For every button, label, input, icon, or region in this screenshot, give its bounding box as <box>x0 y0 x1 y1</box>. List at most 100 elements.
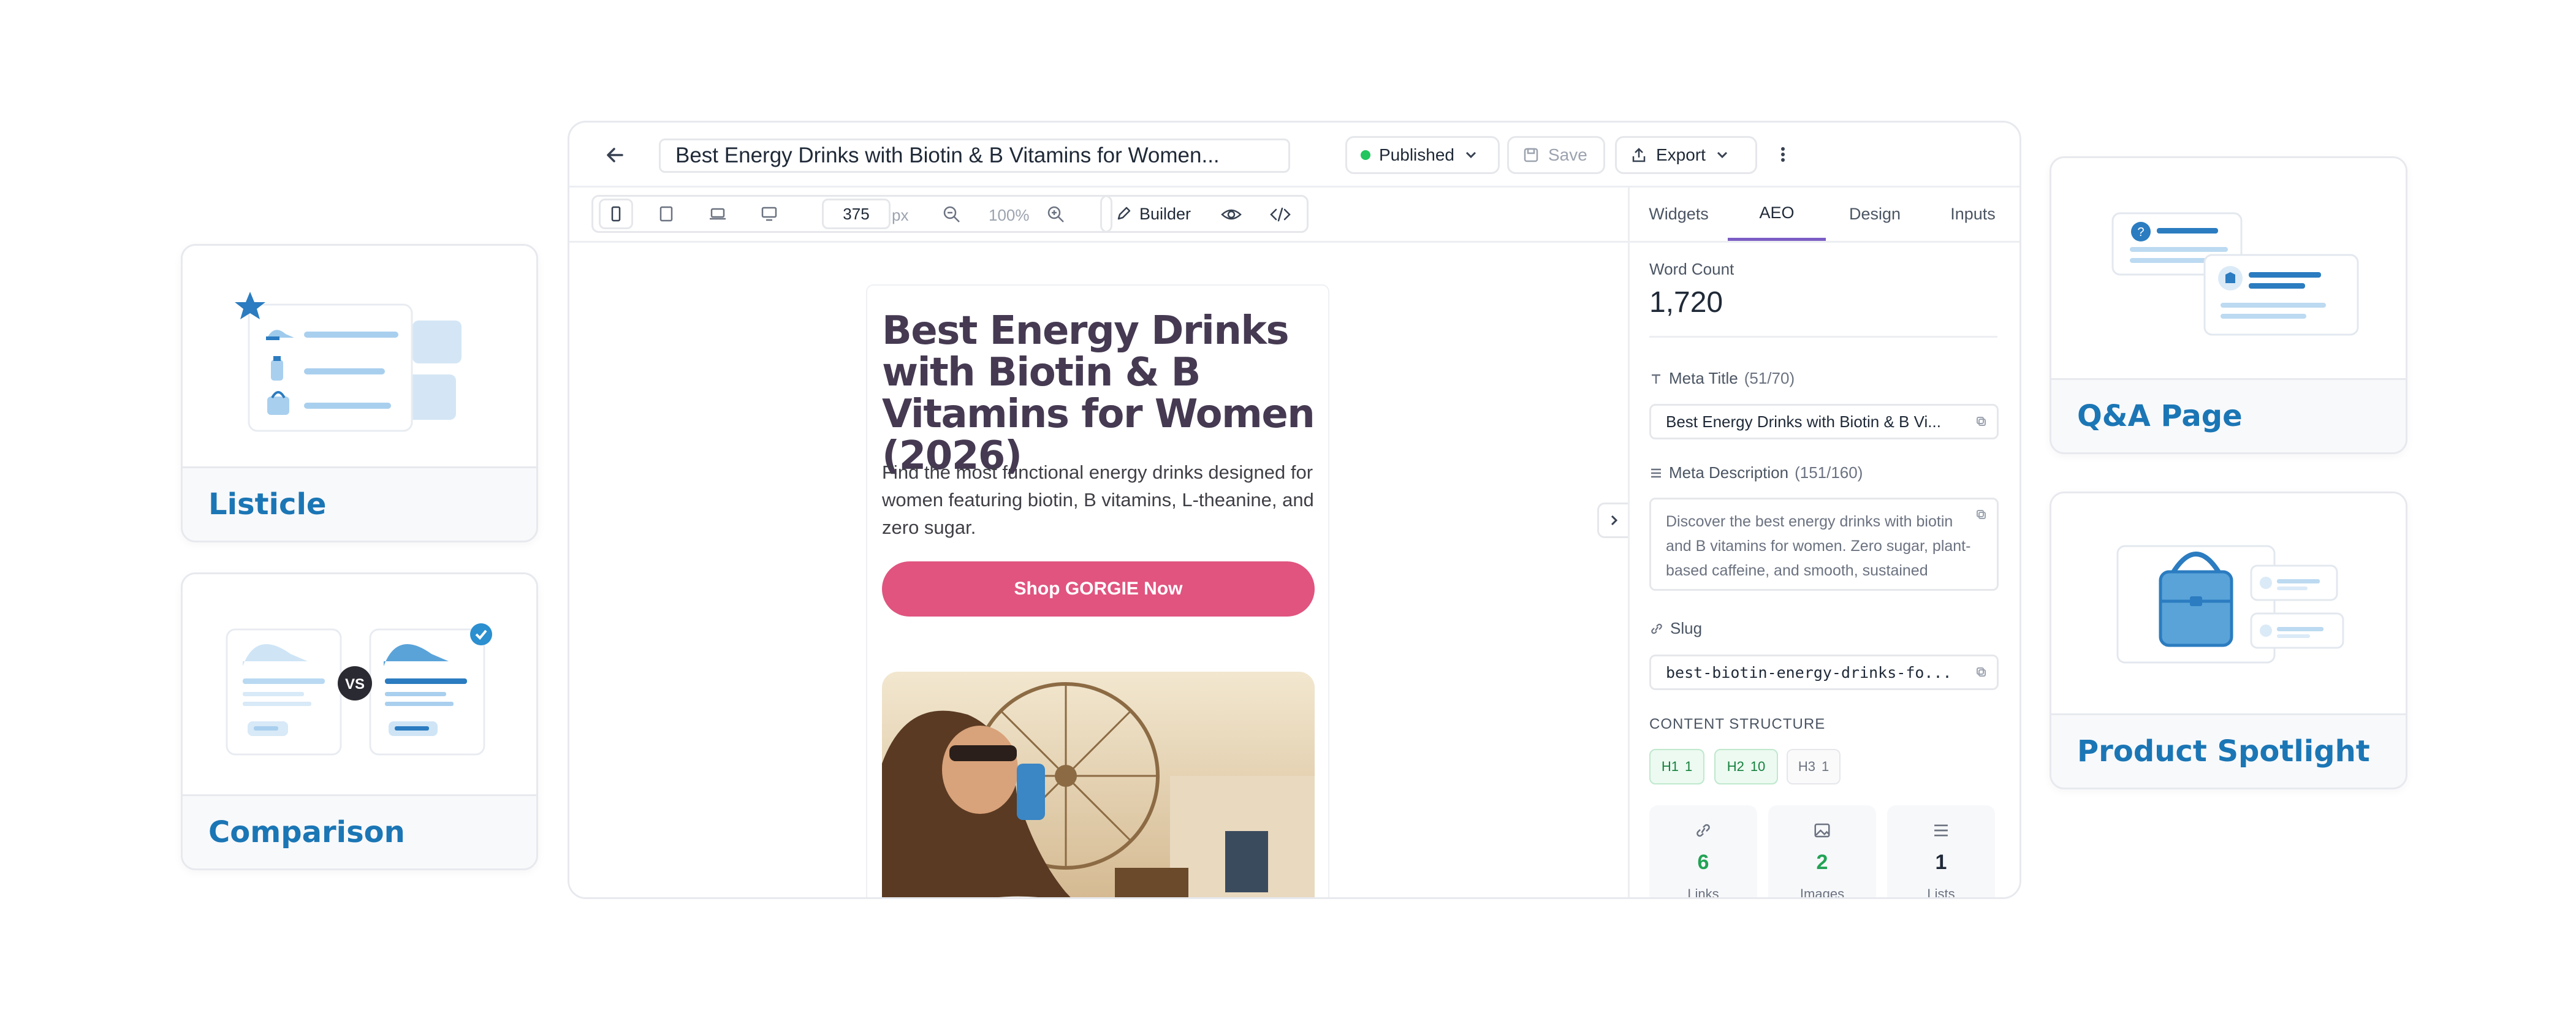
width-value: 375 <box>843 204 870 223</box>
divider <box>1649 336 1997 338</box>
images-count: 2 <box>1816 851 1828 874</box>
word-count-label: Word Count <box>1649 260 1734 278</box>
export-label: Export <box>1656 145 1706 164</box>
chevron-right-icon <box>1611 515 1617 526</box>
h3-count: 1 <box>1821 759 1829 774</box>
image-icon <box>1814 823 1830 838</box>
links-label: Links <box>1687 886 1719 899</box>
qa-illustration: ? <box>2051 158 2406 382</box>
back-button[interactable] <box>601 141 629 169</box>
eye-icon <box>1221 209 1242 220</box>
link-icon <box>1651 623 1662 634</box>
meta-desc-label: Meta Description <box>1669 463 1789 482</box>
heading-chip-h3: H3 1 <box>1787 749 1841 784</box>
h3-tag: H3 <box>1798 759 1815 774</box>
tab-design[interactable]: Design <box>1826 188 1924 241</box>
article-title: Best Energy Drinks with Biotin & B Vitam… <box>882 308 1315 479</box>
device-mobile-button[interactable] <box>599 199 633 229</box>
zoom-out-icon <box>943 206 960 222</box>
meta-description-textarea[interactable]: Discover the best energy drinks with bio… <box>1649 498 1999 591</box>
comparison-footer: Comparison <box>183 794 536 868</box>
preview-canvas: Best Energy Drinks with Biotin & B Vitam… <box>569 243 1628 897</box>
share-icon <box>1632 148 1646 162</box>
meta-desc-label-row: Meta Description (151/160) <box>1649 463 1863 482</box>
meta-title-value: Best Energy Drinks with Biotin & B Vi... <box>1666 412 1941 431</box>
page-title: Best Energy Drinks with Biotin & B Vitam… <box>675 143 1220 167</box>
copy-icon <box>1977 667 1986 677</box>
editor-topbar: Best Energy Drinks with Biotin & B Vitam… <box>569 123 2019 188</box>
device-desktop-button[interactable] <box>752 199 786 229</box>
status-label: Published <box>1379 145 1454 164</box>
zoom-out-button[interactable] <box>941 203 963 226</box>
meta-title-label: Meta Title <box>1669 369 1738 387</box>
meta-title-count: (51/70) <box>1744 369 1795 387</box>
slug-input[interactable]: best-biotin-energy-drinks-fo... <box>1649 655 1999 690</box>
question-icon: ? <box>2131 222 2151 241</box>
comparison-label: Comparison <box>208 815 405 849</box>
export-dropdown[interactable]: Export <box>1615 136 1757 174</box>
phone-icon <box>611 206 621 222</box>
content-structure-label: CONTENT STRUCTURE <box>1649 716 1826 732</box>
listicle-footer: Listicle <box>183 466 536 541</box>
monitor-icon <box>761 207 777 221</box>
preview-button[interactable] <box>1219 202 1244 227</box>
h2-tag: H2 <box>1727 759 1744 774</box>
page-title-field[interactable]: Best Energy Drinks with Biotin & B Vitam… <box>659 139 1290 173</box>
product-illustration <box>2051 493 2406 717</box>
template-card-product-spotlight[interactable]: Product Spotlight <box>2050 492 2407 789</box>
shirt-icon <box>2218 266 2243 290</box>
tab-widgets[interactable]: Widgets <box>1630 188 1728 241</box>
comparison-illustration: VS <box>183 574 536 798</box>
zoom-level: 100% <box>989 206 1030 224</box>
stat-links: 6 Links <box>1649 805 1757 899</box>
qa-footer: Q&A Page <box>2051 378 2406 452</box>
laptop-icon <box>710 208 726 220</box>
template-card-comparison[interactable]: VS Comparison <box>181 572 538 870</box>
floppy-icon <box>1524 148 1538 162</box>
svg-text:?: ? <box>2137 226 2144 239</box>
chevron-down-icon <box>1465 151 1476 159</box>
heading-chip-h1: H1 1 <box>1649 749 1704 784</box>
text-type-icon <box>1652 374 1660 384</box>
tab-inputs[interactable]: Inputs <box>1924 188 2019 241</box>
collapse-panel-button[interactable] <box>1597 503 1628 538</box>
copy-icon <box>1977 417 1986 426</box>
width-input[interactable]: 375 <box>822 199 891 229</box>
lists-count: 1 <box>1935 851 1947 874</box>
h1-tag: H1 <box>1661 759 1679 774</box>
save-button[interactable]: Save <box>1507 136 1605 174</box>
h2-count: 10 <box>1750 759 1766 774</box>
status-dropdown[interactable]: Published <box>1345 136 1500 174</box>
lists-label: Lists <box>1927 886 1955 899</box>
zoom-in-button[interactable] <box>1045 203 1067 226</box>
slug-value: best-biotin-energy-drinks-fo... <box>1666 663 1952 682</box>
word-count-value: 1,720 <box>1649 286 1723 319</box>
listicle-illustration <box>183 246 536 470</box>
device-tablet-button[interactable] <box>649 199 683 229</box>
article-preview: Best Energy Drinks with Biotin & B Vitam… <box>866 284 1329 897</box>
chevron-down-icon <box>1717 151 1727 159</box>
save-label: Save <box>1548 145 1587 164</box>
link-icon <box>1696 824 1710 837</box>
arrow-left-icon <box>607 148 623 162</box>
more-menu-button[interactable] <box>1771 142 1795 167</box>
product-footer: Product Spotlight <box>2051 713 2406 788</box>
builder-button[interactable]: Builder <box>1109 199 1197 229</box>
meta-title-input[interactable]: Best Energy Drinks with Biotin & B Vi... <box>1649 404 1999 439</box>
editor-toolbar: 375 px 100% Builder <box>569 188 1628 243</box>
tab-aeo[interactable]: AEO <box>1728 188 1826 241</box>
code-view-button[interactable] <box>1267 202 1294 227</box>
heading-chip-h2: H2 10 <box>1714 749 1778 784</box>
cta-button[interactable]: Shop GORGIE Now <box>882 561 1315 617</box>
device-laptop-button[interactable] <box>701 199 735 229</box>
h1-count: 1 <box>1684 759 1693 774</box>
template-card-qa[interactable]: ? Q&A Page <box>2050 156 2407 454</box>
article-intro: Find the most functional energy drinks d… <box>882 461 1314 538</box>
template-card-listicle[interactable]: Listicle <box>181 244 538 542</box>
links-count: 6 <box>1697 851 1709 874</box>
pencil-icon <box>1117 207 1131 220</box>
vs-badge: VS <box>345 676 365 693</box>
code-icon <box>1270 207 1291 222</box>
slug-label: Slug <box>1670 619 1703 637</box>
tablet-icon <box>659 206 673 222</box>
